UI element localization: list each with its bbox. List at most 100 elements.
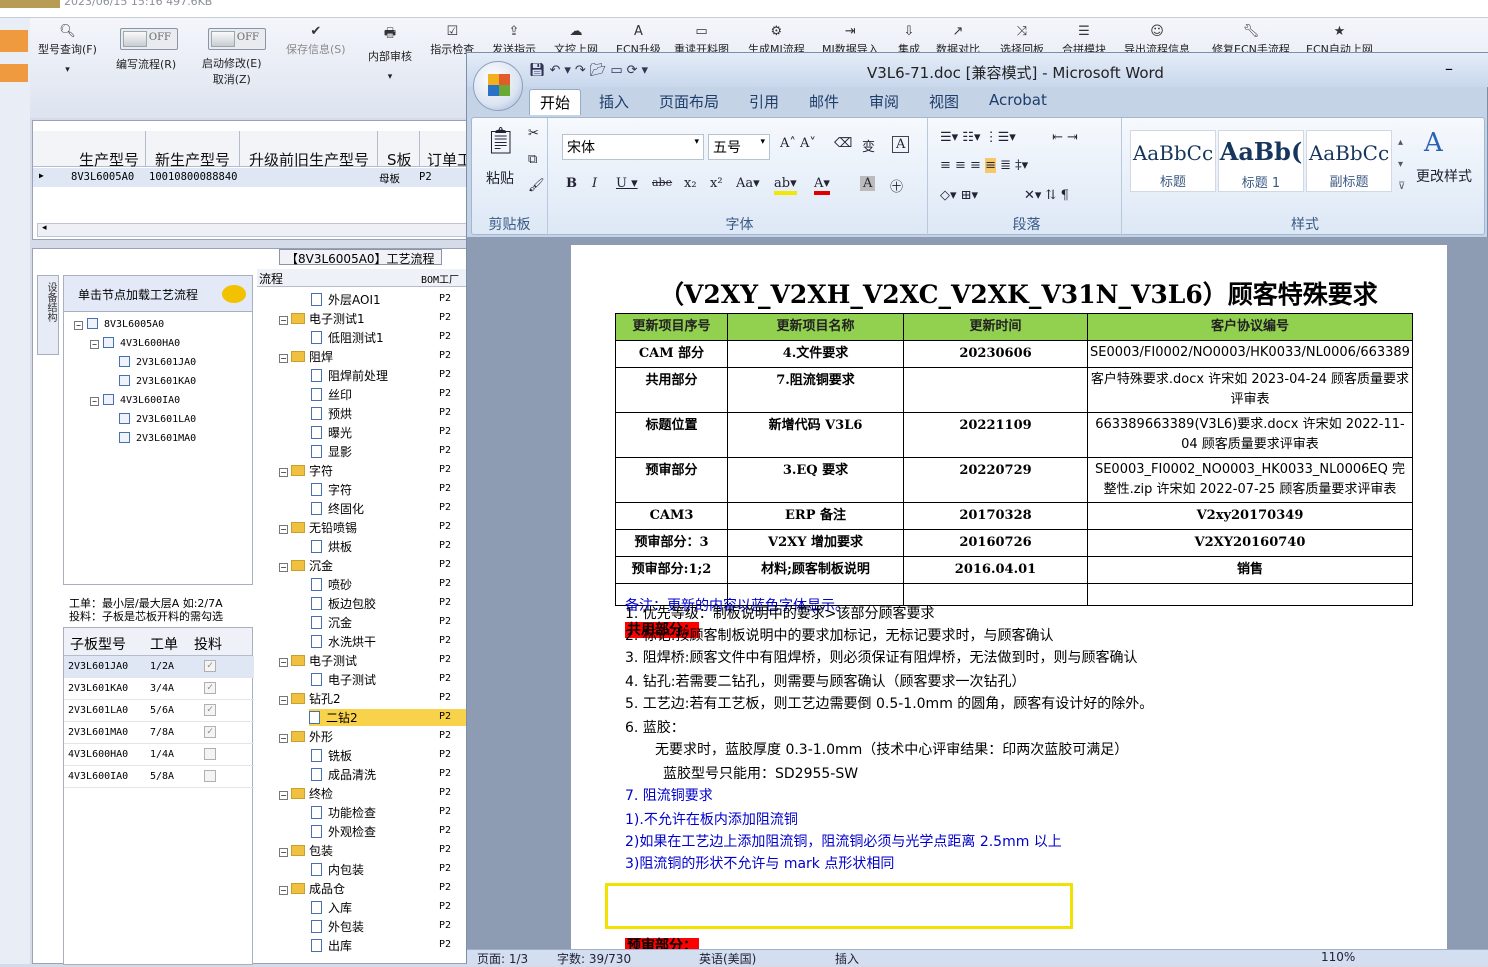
start-modify-toggle[interactable]: OFF bbox=[208, 28, 266, 50]
feed-checkbox[interactable]: ✓ bbox=[204, 660, 216, 672]
char-border-icon[interactable]: A bbox=[892, 136, 910, 153]
align-icons[interactable]: ≡ ≡ ≡ ≡ ≣ ‡▾ bbox=[940, 158, 1028, 173]
tab-page-layout[interactable]: 页面布局 bbox=[659, 91, 719, 112]
indent-icon[interactable]: ⇤ ⇥ bbox=[1052, 130, 1078, 145]
feed-checkbox[interactable] bbox=[204, 748, 216, 760]
flow-item[interactable]: 字符 bbox=[311, 481, 352, 498]
tab-acrobat[interactable]: Acrobat bbox=[989, 91, 1047, 109]
flow-item[interactable]: 功能检查 bbox=[311, 804, 376, 821]
quick-access-toolbar[interactable]: 💾︎↶▾↷📂︎▭⟳▾ bbox=[529, 63, 652, 78]
shading-icon[interactable]: ◇▾ ⊞▾ bbox=[940, 188, 978, 203]
col-sub-model[interactable]: 子板型号 bbox=[70, 634, 126, 654]
flow-item[interactable]: − 钻孔2 bbox=[279, 690, 341, 707]
tab-insert[interactable]: 插入 bbox=[599, 91, 629, 112]
table-row[interactable]: 预审部分:1;2 材料;顾客制板说明 2016.04.01 销售 bbox=[615, 556, 1413, 584]
table-row[interactable]: 2V3L601MA0 7/8A ✓ bbox=[64, 722, 254, 744]
col-new-model[interactable]: 新生产型号 bbox=[155, 149, 230, 170]
highlight-icon[interactable]: ab▾ bbox=[774, 176, 797, 195]
flow-item[interactable]: 终固化 bbox=[311, 500, 364, 517]
save-info-button[interactable]: ✔ 保存信息(S) bbox=[286, 24, 346, 57]
status-language[interactable]: 英语(美国) bbox=[699, 950, 756, 967]
bullets-icon[interactable]: ☰▾ ☷▾ ⋮☰▾ bbox=[940, 130, 1016, 145]
zoom-level[interactable]: 110% bbox=[1321, 950, 1355, 964]
flow-item[interactable]: 外包装 bbox=[311, 918, 364, 935]
tree-node[interactable]: 2V3L601JA0 bbox=[106, 356, 196, 368]
flow-item[interactable]: − 电子测试 bbox=[279, 652, 357, 669]
flow-item[interactable]: 成品清洗 bbox=[311, 766, 376, 783]
flow-item[interactable]: 外观检查 bbox=[311, 823, 376, 840]
document-page[interactable]: （V2XY_V2XH_V2XC_V2XK_V31N_V3L6）顾客特殊要求 更新… bbox=[571, 245, 1447, 965]
horizontal-scrollbar[interactable]: ◂ bbox=[37, 223, 467, 237]
flow-item[interactable]: 板边包胶 bbox=[311, 595, 376, 612]
flow-item[interactable]: − 外形 bbox=[279, 728, 333, 745]
col-s-board[interactable]: S板 bbox=[387, 149, 412, 170]
copy-icon[interactable]: ⧉ bbox=[528, 152, 537, 167]
table-row[interactable]: 2V3L601KA0 3/4A ✓ bbox=[64, 678, 254, 700]
style-heading1[interactable]: AaBb(标题 1 bbox=[1218, 130, 1304, 192]
flow-item[interactable]: 水洗烘干 bbox=[311, 633, 376, 650]
flow-item[interactable]: 阻焊前处理 bbox=[311, 367, 388, 384]
tree-node[interactable]: −4V3L600IA0 bbox=[90, 394, 180, 406]
flow-item[interactable]: 内包装 bbox=[311, 861, 364, 878]
table-row[interactable]: 预审部分：3 V2XY 增加要求 20160726 V2XY20160740 bbox=[615, 529, 1413, 557]
phonetic-icon[interactable]: 变 bbox=[862, 136, 875, 155]
chat-icon[interactable] bbox=[222, 285, 246, 303]
flow-item[interactable]: 出库 bbox=[311, 937, 352, 954]
tree-node[interactable]: 2V3L601LA0 bbox=[106, 413, 196, 425]
tab-mailings[interactable]: 邮件 bbox=[809, 91, 839, 112]
col-work-order[interactable]: 工单 bbox=[150, 634, 178, 654]
table-row[interactable]: ▶ 8V3L6005A0 10010800088840 母板 P2 bbox=[33, 168, 473, 187]
flow-item[interactable]: 沉金 bbox=[311, 614, 352, 631]
flow-item[interactable]: 曝光 bbox=[311, 424, 352, 441]
status-words[interactable]: 字数: 39/730 bbox=[557, 950, 631, 967]
underline-icon[interactable]: U ▾ bbox=[616, 176, 638, 191]
tree-node[interactable]: −8V3L6005A0 bbox=[74, 318, 164, 330]
table-row[interactable]: 2V3L601LA0 5/6A ✓ bbox=[64, 700, 254, 722]
char-shading-icon[interactable]: A bbox=[860, 176, 876, 191]
flow-item[interactable]: 喷砂 bbox=[311, 576, 352, 593]
tree-node[interactable]: 2V3L601MA0 bbox=[106, 432, 196, 444]
flow-item[interactable]: − 字符 bbox=[279, 462, 333, 479]
feed-checkbox[interactable]: ✓ bbox=[204, 682, 216, 694]
flow-item[interactable]: 入库 bbox=[311, 899, 352, 916]
minimize-button[interactable]: – bbox=[1445, 59, 1453, 78]
office-button[interactable] bbox=[473, 61, 523, 111]
flow-item[interactable]: 烘板 bbox=[311, 538, 352, 555]
enclose-char-icon[interactable]: ㊉ bbox=[890, 176, 903, 195]
col-feed[interactable]: 投料 bbox=[194, 634, 222, 654]
bold-icon[interactable]: B bbox=[566, 176, 577, 191]
table-row[interactable]: CAM3 ERP 备注 20170328 V2xy20170349 bbox=[615, 502, 1413, 530]
table-row[interactable]: CAM 部分 4.文件要求 20230606 SE0003/FI0002/NO0003… bbox=[615, 340, 1413, 368]
strikethrough-icon[interactable]: abe bbox=[652, 176, 672, 189]
font-size-select[interactable]: 五号 ▾ bbox=[708, 134, 770, 160]
internal-review-button[interactable]: 🖶 内部审核 ▾ bbox=[368, 24, 412, 82]
change-styles-button[interactable]: 更改样式 bbox=[1416, 166, 1472, 186]
flow-item[interactable]: − 包装 bbox=[279, 842, 333, 859]
subscript-icon[interactable]: x₂ bbox=[684, 176, 697, 191]
flow-item[interactable]: − 终检 bbox=[279, 785, 333, 802]
font-color-icon[interactable]: A▾ bbox=[814, 176, 830, 195]
feed-checkbox[interactable] bbox=[204, 770, 216, 782]
col-production-model[interactable]: 生产型号 bbox=[79, 149, 139, 170]
style-title[interactable]: AaBbCc 标题 bbox=[1130, 130, 1216, 192]
superscript-icon[interactable]: x² bbox=[710, 176, 723, 191]
tab-view[interactable]: 视图 bbox=[929, 91, 959, 112]
flow-item[interactable]: 外层AOI1 bbox=[311, 291, 381, 308]
style-subtitle[interactable]: AaBbCc 副标题 bbox=[1306, 130, 1392, 192]
flow-item[interactable]: − 阻焊 bbox=[279, 348, 333, 365]
tree-node[interactable]: −4V3L600HA0 bbox=[90, 337, 180, 349]
tab-review[interactable]: 审阅 bbox=[869, 91, 899, 112]
change-case-icon[interactable]: Aa▾ bbox=[736, 176, 760, 191]
col-old-model[interactable]: 升级前旧生产型号 bbox=[249, 149, 369, 170]
paste-button[interactable]: 粘贴 bbox=[486, 168, 514, 188]
table-row[interactable]: 4V3L600IA0 5/8A bbox=[64, 766, 254, 788]
clear-format-icon[interactable]: ⌫ bbox=[834, 136, 852, 151]
flow-item[interactable]: 电子测试 bbox=[311, 671, 376, 688]
styles-scroll[interactable]: ▴ ▾ ⊽ bbox=[1398, 132, 1405, 198]
status-mode[interactable]: 插入 bbox=[835, 950, 859, 967]
italic-icon[interactable]: I bbox=[592, 176, 597, 191]
sort-icon[interactable]: ✕▾ ⇅ ¶ bbox=[1024, 188, 1069, 203]
table-row[interactable]: 2V3L601JA0 1/2A ✓ bbox=[64, 656, 254, 678]
flow-item[interactable]: − 沉金 bbox=[279, 557, 333, 574]
flow-item[interactable]: 丝印 bbox=[311, 386, 352, 403]
